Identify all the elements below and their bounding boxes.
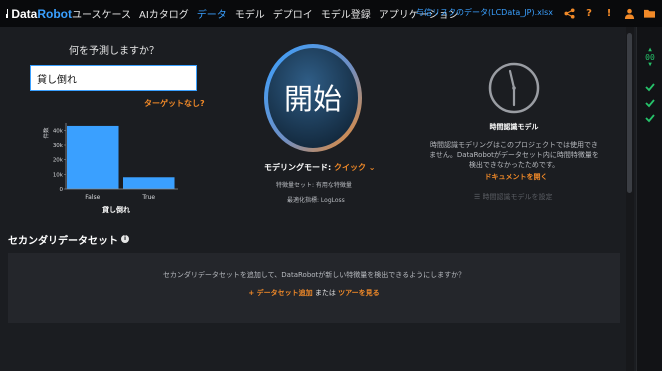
x-tick-label: False — [85, 194, 100, 201]
nav-item-ai-catalog[interactable]: AIカタログ — [139, 6, 189, 21]
add-dataset-link[interactable]: + データセット追加 — [248, 289, 312, 297]
modeling-mode-value[interactable]: クイック — [334, 163, 366, 172]
clock-icon — [488, 62, 540, 114]
y-tick-label: 0 — [60, 187, 64, 193]
top-icon-group: ? ! — [562, 4, 662, 22]
secondary-datasets-panel: セカンダリデータセットを追加して、DataRobotが新しい特徴量を検出できるよ… — [8, 253, 620, 323]
x-tick-label: True — [141, 194, 155, 201]
scrollbar-thumb[interactable] — [627, 33, 632, 193]
notification-icon[interactable]: ! — [602, 4, 616, 22]
or-text: または — [312, 289, 339, 297]
main-scrollbar[interactable] — [626, 27, 634, 371]
caret-down-icon[interactable]: ▼ — [641, 62, 659, 68]
list-icon: ☰ — [474, 193, 483, 201]
target-input[interactable] — [30, 65, 197, 91]
target-question: 何を予測しますか？ — [69, 46, 159, 57]
info-icon[interactable]: i — [121, 235, 129, 243]
main-nav: ユースケース AIカタログ データ モデル デプロイ モデル登録 アプリケーショ… — [72, 0, 467, 27]
nav-item-model-registry[interactable]: モデル登録 — [321, 6, 371, 21]
y-axis-label: 件数 — [42, 127, 50, 139]
check-icon — [645, 114, 655, 123]
check-icon — [645, 83, 655, 92]
view-tour-link[interactable]: ツアーを見る — [338, 289, 380, 297]
nav-item-deployments[interactable]: デプロイ — [273, 6, 313, 21]
datarobot-logo[interactable]: DataRobot — [0, 0, 72, 27]
histogram-bar-true[interactable] — [123, 177, 175, 189]
time-aware-description: 時間認識モデリングはこのプロジェクトでは使用できません。DataRobotがデー… — [429, 141, 599, 169]
x-axis-label: 貸し倒れ — [101, 205, 130, 214]
help-icon[interactable]: ? — [582, 4, 596, 22]
nav-item-data[interactable]: データ — [197, 6, 227, 21]
top-navigation-bar: DataRobot ユースケース AIカタログ データ モデル デプロイ モデル… — [0, 0, 662, 27]
time-aware-settings-button[interactable]: ☰ 時間認識モデルを設定 — [474, 192, 564, 202]
no-target-link[interactable]: ターゲットなし? — [144, 98, 205, 109]
chevron-down-icon[interactable]: ⌄ — [369, 163, 376, 172]
target-histogram: False True 0 10k 20k 30k 40k件数貸し倒れ — [42, 123, 178, 214]
feature-set: 特徴量セット: 有用な特徴量 — [276, 182, 352, 189]
y-tick-label: 10k — [53, 172, 64, 178]
open-documentation-link[interactable]: ドキュメントを開く — [481, 172, 551, 182]
histogram-bar-false[interactable] — [67, 125, 119, 189]
secondary-datasets-actions: + データセット追加 または ツアーを見る — [8, 288, 620, 298]
datarobot-logo-icon — [6, 9, 9, 18]
modeling-mode[interactable]: モデリングモード: クイック ⌄ — [264, 162, 376, 173]
nav-item-models[interactable]: モデル — [235, 6, 265, 21]
secondary-datasets-message: セカンダリデータセットを追加して、DataRobotが新しい特徴量を検出できるよ… — [162, 271, 466, 279]
time-aware-settings-label: 時間認識モデルを設定 — [482, 193, 553, 201]
worker-counter[interactable]: ▲ 00 ▼ — [641, 47, 659, 68]
nav-item-usecases[interactable]: ユースケース — [72, 6, 131, 21]
optimization-metric: 最適化指標: LogLoss — [287, 197, 345, 204]
modeling-mode-label: モデリングモード: — [264, 163, 332, 172]
secondary-datasets-title: セカンダリデータセット — [8, 236, 118, 247]
check-icon — [645, 99, 655, 108]
logo-text: DataRobot — [11, 6, 72, 21]
user-icon[interactable] — [622, 4, 636, 22]
y-tick-label: 30k — [53, 143, 64, 149]
share-icon[interactable] — [562, 4, 576, 22]
y-tick-label: 40k — [53, 128, 64, 134]
y-tick-label: 20k — [53, 158, 64, 164]
folder-icon[interactable] — [642, 4, 656, 22]
start-button-label[interactable]: 開始 — [263, 76, 363, 118]
project-name-link[interactable]: 与信リスクのデータ(LCData_JP).xlsx — [416, 7, 553, 18]
time-aware-title: 時間認識モデル — [489, 123, 539, 131]
worker-rail: ▲ 00 ▼ — [636, 27, 662, 371]
